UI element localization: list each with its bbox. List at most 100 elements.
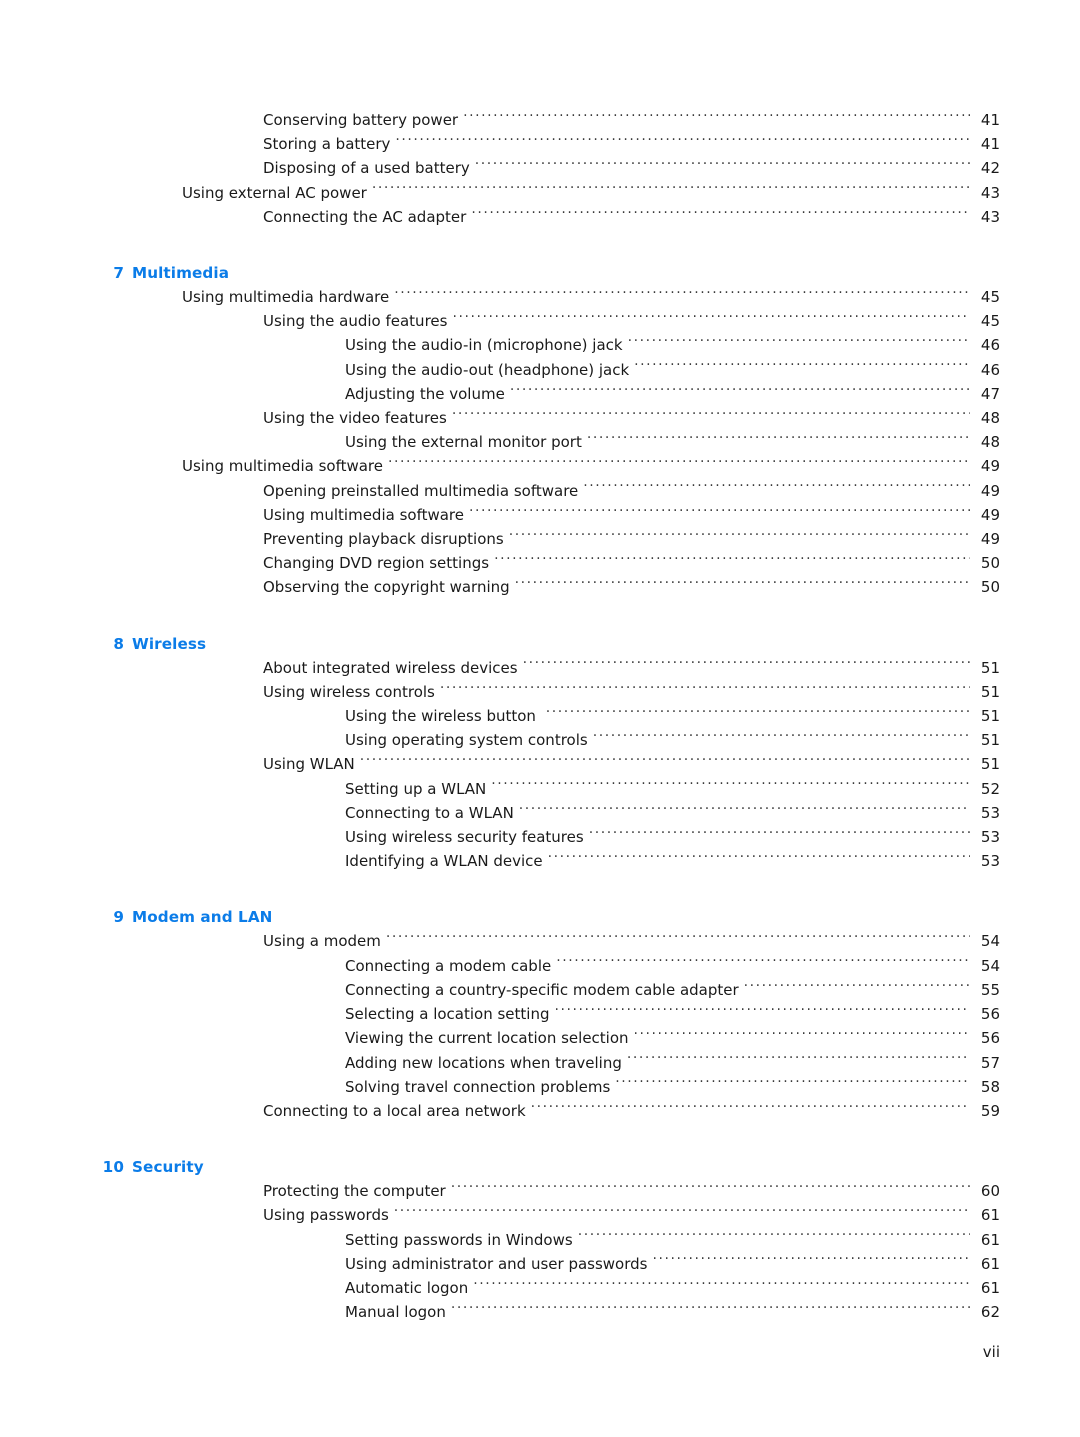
chapter-number: 10 xyxy=(102,1158,124,1177)
chapter-number: 8 xyxy=(113,634,124,653)
toc-entry[interactable]: Using the audio-in (microphone) jack 46 xyxy=(0,333,1080,357)
toc-entry[interactable]: Protecting the computer 60 xyxy=(0,1179,1080,1203)
toc-entry[interactable]: Using the external monitor port 48 xyxy=(0,430,1080,454)
toc-entry[interactable]: Conserving battery power 41 xyxy=(0,108,1080,132)
toc-entry-page-number: 50 xyxy=(980,554,1000,573)
dot-leader xyxy=(589,827,970,842)
toc-entry[interactable]: Adding new locations when traveling 57 xyxy=(0,1051,1080,1075)
toc-entry-page-number: 47 xyxy=(980,384,1000,403)
toc-entry[interactable]: Adjusting the volume 47 xyxy=(0,382,1080,406)
toc-entry-page-number: 46 xyxy=(980,360,1000,379)
toc-entry[interactable]: Disposing of a used battery 42 xyxy=(0,156,1080,180)
toc-entry-label: Using passwords xyxy=(263,1206,389,1225)
dot-leader xyxy=(451,1181,970,1196)
toc-entry[interactable]: Using the audio-out (headphone) jack 46 xyxy=(0,358,1080,382)
toc-entry[interactable]: Connecting to a local area network 59 xyxy=(0,1099,1080,1123)
toc-entry[interactable]: Connecting the AC adapter 43 xyxy=(0,205,1080,229)
chapter-heading[interactable]: 7 Multimedia xyxy=(0,263,1080,283)
dot-leader xyxy=(469,505,970,520)
chapter-number: 7 xyxy=(113,264,124,283)
toc-entry[interactable]: Observing the copyright warning 50 xyxy=(0,575,1080,599)
toc-entry-label: Using the audio-out (headphone) jack xyxy=(345,360,630,379)
toc-entry-label: Setting up a WLAN xyxy=(345,779,487,798)
toc-entry-page-number: 49 xyxy=(980,530,1000,549)
toc-entry[interactable]: Using multimedia software 49 xyxy=(0,503,1080,527)
dot-leader xyxy=(388,456,970,471)
toc-entry[interactable]: Selecting a location setting 56 xyxy=(0,1002,1080,1026)
dot-leader xyxy=(531,1101,970,1116)
toc-entry-page-number: 58 xyxy=(980,1077,1000,1096)
toc-entry-label: Using the audio features xyxy=(263,312,448,331)
toc-entry[interactable]: Using multimedia hardware 45 xyxy=(0,285,1080,309)
dot-leader xyxy=(510,384,970,399)
toc-entry-page-number: 48 xyxy=(980,433,1000,452)
chapter-heading[interactable]: 9 Modem and LAN xyxy=(0,907,1080,927)
toc-entry[interactable]: Identifying a WLAN device 53 xyxy=(0,849,1080,873)
toc-entry-label: Setting passwords in Windows xyxy=(345,1230,573,1249)
toc-entry[interactable]: Using WLAN 51 xyxy=(0,752,1080,776)
toc-entry[interactable]: Manual logon 62 xyxy=(0,1300,1080,1324)
toc-entry-page-number: 49 xyxy=(980,505,1000,524)
toc-entry[interactable]: Using a modem 54 xyxy=(0,929,1080,953)
dot-leader xyxy=(556,956,970,971)
toc-entry[interactable]: Solving travel connection problems 58 xyxy=(0,1075,1080,1099)
toc-entry-page-number: 61 xyxy=(980,1278,1000,1297)
toc-entry[interactable]: Viewing the current location selection 56 xyxy=(0,1026,1080,1050)
toc-entry-page-number: 53 xyxy=(980,828,1000,847)
toc-entry[interactable]: Opening preinstalled multimedia software… xyxy=(0,479,1080,503)
toc-entry-page-number: 43 xyxy=(980,207,1000,226)
toc-entry[interactable]: About integrated wireless devices 51 xyxy=(0,656,1080,680)
toc-entry[interactable]: Connecting a modem cable 54 xyxy=(0,954,1080,978)
toc-entry[interactable]: Setting passwords in Windows 61 xyxy=(0,1228,1080,1252)
dot-leader xyxy=(494,553,970,568)
dot-leader xyxy=(546,706,970,721)
toc-entry[interactable]: Connecting to a WLAN 53 xyxy=(0,801,1080,825)
toc-entry[interactable]: Using the video features 48 xyxy=(0,406,1080,430)
toc-entry[interactable]: Using wireless controls 51 xyxy=(0,680,1080,704)
toc-entry-page-number: 61 xyxy=(980,1230,1000,1249)
dot-leader xyxy=(360,754,970,769)
dot-leader xyxy=(634,360,970,375)
toc-entry-label: Using multimedia software xyxy=(182,457,383,476)
toc-entry[interactable]: Using administrator and user passwords 61 xyxy=(0,1252,1080,1276)
toc-entry-label: Manual logon xyxy=(345,1303,446,1322)
table-of-contents: Conserving battery power41Storing a batt… xyxy=(0,0,1080,1324)
toc-entry[interactable]: Changing DVD region settings 50 xyxy=(0,551,1080,575)
chapter-title: Multimedia xyxy=(132,264,230,283)
dot-leader xyxy=(583,481,970,496)
dot-leader xyxy=(578,1230,970,1245)
toc-entry-label: Using external AC power xyxy=(182,183,367,202)
toc-entry[interactable]: Setting up a WLAN 52 xyxy=(0,777,1080,801)
chapter-heading[interactable]: 10 Security xyxy=(0,1157,1080,1177)
toc-entry[interactable]: Preventing playback disruptions 49 xyxy=(0,527,1080,551)
dot-leader xyxy=(744,980,970,995)
toc-entry[interactable]: Automatic logon 61 xyxy=(0,1276,1080,1300)
dot-leader xyxy=(471,207,970,222)
toc-entry-label: Using wireless controls xyxy=(263,682,435,701)
toc-entry-page-number: 61 xyxy=(980,1254,1000,1273)
toc-entry[interactable]: Using passwords 61 xyxy=(0,1203,1080,1227)
dot-leader xyxy=(463,110,970,125)
dot-leader xyxy=(452,408,970,423)
chapter-title: Modem and LAN xyxy=(132,908,273,927)
toc-entry[interactable]: Using the audio features 45 xyxy=(0,309,1080,333)
toc-entry-page-number: 51 xyxy=(980,658,1000,677)
toc-entry[interactable]: Using the wireless button 51 xyxy=(0,704,1080,728)
toc-entry-page-number: 46 xyxy=(980,336,1000,355)
dot-leader xyxy=(372,183,970,198)
toc-entry[interactable]: Connecting a country-specific modem cabl… xyxy=(0,978,1080,1002)
page-number-footer: vii xyxy=(982,1343,1000,1361)
chapter-heading[interactable]: 8 Wireless xyxy=(0,634,1080,654)
toc-entry[interactable]: Using operating system controls 51 xyxy=(0,728,1080,752)
toc-entry[interactable]: Using wireless security features 53 xyxy=(0,825,1080,849)
dot-leader xyxy=(451,1302,970,1317)
chapter-number: 9 xyxy=(113,908,124,927)
dot-leader xyxy=(515,577,970,592)
toc-entry[interactable]: Using multimedia software 49 xyxy=(0,454,1080,478)
toc-entry[interactable]: Using external AC power 43 xyxy=(0,181,1080,205)
toc-entry-page-number: 57 xyxy=(980,1053,1000,1072)
toc-entry[interactable]: Storing a battery 41 xyxy=(0,132,1080,156)
dot-leader xyxy=(475,158,970,173)
